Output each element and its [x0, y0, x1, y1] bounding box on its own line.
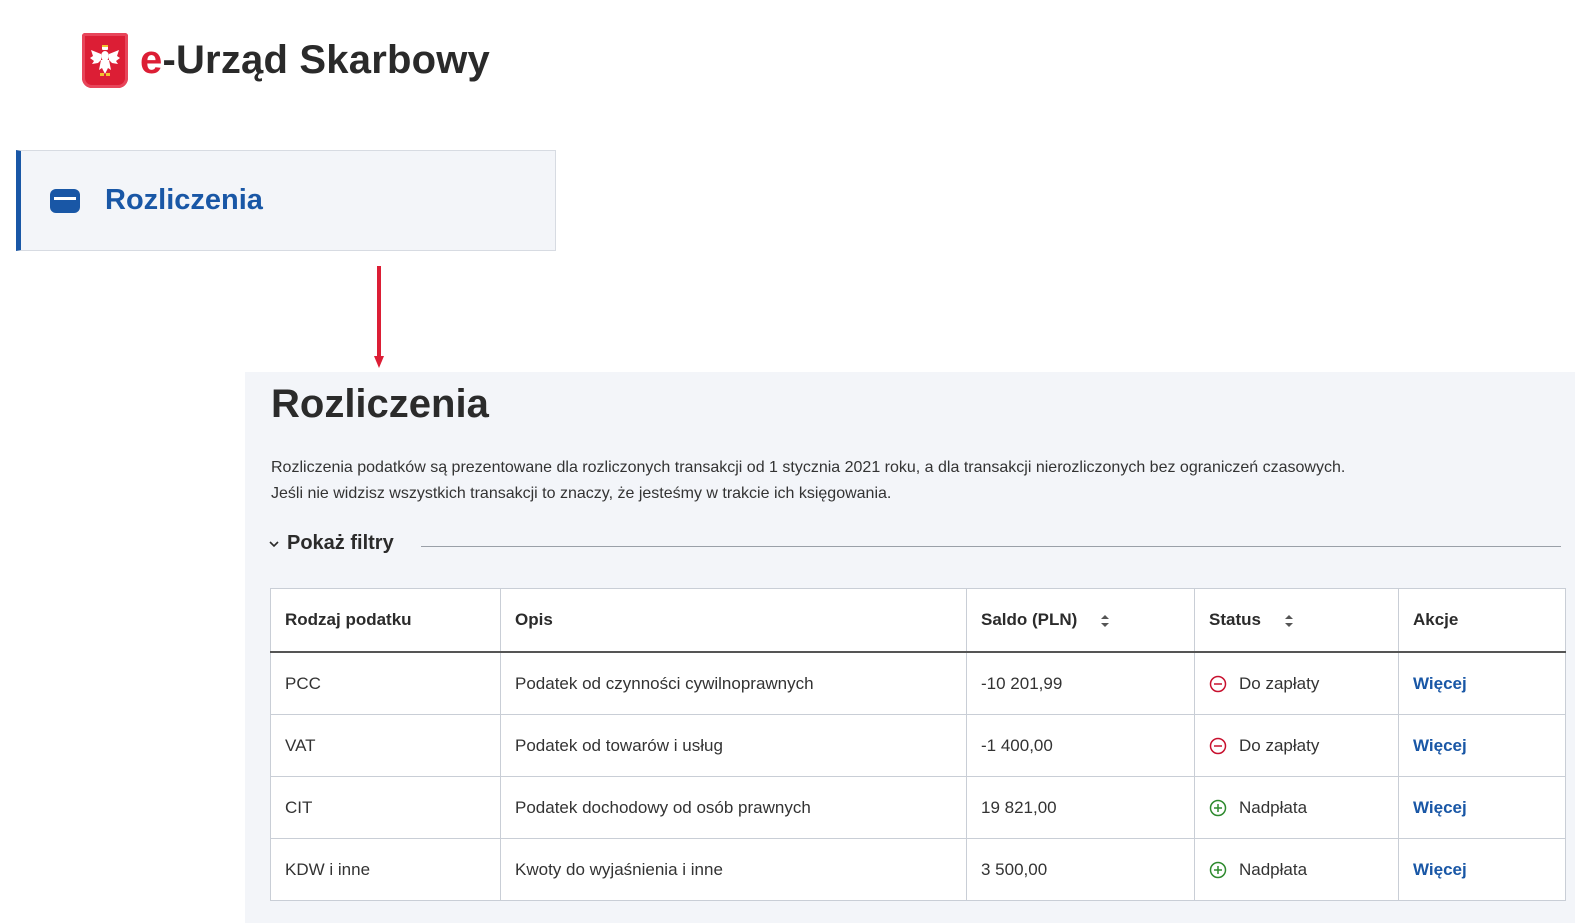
status-label: Nadpłata: [1239, 797, 1308, 817]
cell-actions: Więcej: [1398, 714, 1566, 777]
column-header-description: Opis: [500, 588, 967, 653]
more-link[interactable]: Więcej: [1413, 798, 1467, 817]
wallet-card-icon: [50, 188, 80, 213]
column-header-actions: Akcje: [1398, 588, 1566, 653]
plus-circle-icon: [1209, 799, 1227, 816]
column-header-balance[interactable]: Saldo (PLN): [966, 588, 1195, 653]
minus-circle-icon: [1209, 737, 1227, 754]
cell-tax-type: KDW i inne: [270, 838, 501, 901]
column-header-balance-label: Saldo (PLN): [981, 610, 1078, 629]
column-header-status-label: Status: [1209, 610, 1261, 629]
cell-balance: 3 500,00: [966, 838, 1195, 901]
logo-prefix: e: [140, 38, 163, 82]
nav-item-rozliczenia[interactable]: Rozliczenia: [16, 150, 556, 251]
cell-status: Nadpłata: [1194, 776, 1399, 839]
table-row: KDW i inne Kwoty do wyjaśnienia i inne 3…: [270, 838, 1566, 901]
column-header-type: Rodzaj podatku: [270, 588, 501, 653]
cell-tax-type: CIT: [270, 776, 501, 839]
filters-divider: [421, 546, 1561, 547]
status-label: Nadpłata: [1239, 859, 1308, 879]
cell-balance: 19 821,00: [966, 776, 1195, 839]
settlements-table: Rodzaj podatku Opis Saldo (PLN) Status A…: [270, 588, 1566, 901]
app-logo[interactable]: e-Urząd Skarbowy: [82, 33, 490, 88]
page-title: Rozliczenia: [271, 382, 489, 426]
show-filters-label: Pokaż filtry: [287, 532, 394, 554]
status-label: Do zapłaty: [1239, 735, 1320, 755]
cell-balance: -10 201,99: [966, 651, 1195, 715]
logo-name: -Urząd Skarbowy: [162, 38, 490, 82]
cell-description: Podatek od towarów i usług: [500, 714, 967, 777]
column-header-status[interactable]: Status: [1194, 588, 1399, 653]
cell-tax-type: PCC: [270, 651, 501, 715]
table-header-row: Rodzaj podatku Opis Saldo (PLN) Status A…: [270, 588, 1566, 653]
cell-status: Do zapłaty: [1194, 714, 1399, 777]
cell-balance: -1 400,00: [966, 714, 1195, 777]
page-description: Rozliczenia podatków są prezentowane dla…: [271, 455, 1561, 507]
status-label: Do zapłaty: [1239, 673, 1320, 693]
plus-circle-icon: [1209, 861, 1227, 878]
more-link[interactable]: Więcej: [1413, 674, 1467, 693]
cell-status: Do zapłaty: [1194, 651, 1399, 715]
cell-description: Kwoty do wyjaśnienia i inne: [500, 838, 967, 901]
arrow-down-icon: [374, 266, 384, 368]
description-line-2: Jeśli nie widzisz wszystkich transakcji …: [271, 485, 892, 502]
nav-item-label: Rozliczenia: [105, 184, 263, 216]
sort-icon[interactable]: [1100, 614, 1110, 628]
sort-icon[interactable]: [1284, 614, 1294, 628]
logo-text: e-Urząd Skarbowy: [140, 38, 490, 83]
table-row: CIT Podatek dochodowy od osób prawnych 1…: [270, 776, 1566, 839]
table-row: PCC Podatek od czynności cywilnoprawnych…: [270, 651, 1566, 715]
cell-actions: Więcej: [1398, 651, 1566, 715]
cell-description: Podatek od czynności cywilnoprawnych: [500, 651, 967, 715]
cell-description: Podatek dochodowy od osób prawnych: [500, 776, 967, 839]
cell-tax-type: VAT: [270, 714, 501, 777]
minus-circle-icon: [1209, 675, 1227, 692]
show-filters-toggle[interactable]: Pokaż filtry: [267, 532, 394, 555]
cell-actions: Więcej: [1398, 838, 1566, 901]
cell-actions: Więcej: [1398, 776, 1566, 839]
polish-eagle-emblem-icon: [82, 33, 128, 88]
settlements-panel: Rozliczenia Rozliczenia podatków są prez…: [245, 372, 1575, 923]
more-link[interactable]: Więcej: [1413, 860, 1467, 879]
cell-status: Nadpłata: [1194, 838, 1399, 901]
more-link[interactable]: Więcej: [1413, 736, 1467, 755]
table-row: VAT Podatek od towarów i usług -1 400,00…: [270, 714, 1566, 777]
description-line-1: Rozliczenia podatków są prezentowane dla…: [271, 459, 1346, 476]
chevron-down-icon: [269, 540, 279, 547]
